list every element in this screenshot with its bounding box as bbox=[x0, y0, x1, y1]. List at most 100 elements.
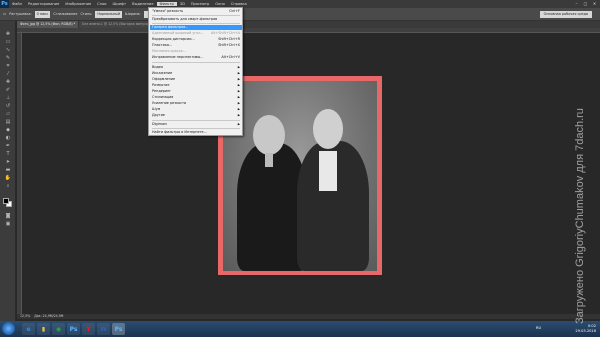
eyedropper-icon[interactable]: ⁄ bbox=[4, 71, 12, 77]
width-label: Ширина: bbox=[125, 12, 141, 16]
style-select[interactable]: Нормальный bbox=[95, 10, 123, 18]
antialias-checkbox[interactable]: Сглаживание bbox=[53, 12, 77, 16]
submenu-arrow-icon: ▶ bbox=[237, 65, 240, 69]
filter-submenu-other[interactable]: Другие ▶ bbox=[152, 113, 240, 118]
ruler-vertical bbox=[17, 33, 22, 314]
maximize-button[interactable]: □ bbox=[582, 1, 589, 7]
crop-icon[interactable]: ⌗ bbox=[4, 63, 12, 69]
filter-submenu-pixelate[interactable]: Оформление ▶ bbox=[152, 77, 240, 82]
quick-select-icon[interactable]: ✎ bbox=[4, 55, 12, 61]
dodge-icon[interactable]: ◐ bbox=[4, 135, 12, 141]
taskbar-explorer-icon[interactable]: ▮ bbox=[37, 323, 50, 335]
doc-size: Док: 24,9M/24,9M bbox=[34, 314, 64, 318]
man-right-face bbox=[313, 109, 343, 149]
filter-submenu-stylize[interactable]: Стилизация ▶ bbox=[152, 95, 240, 100]
system-clock[interactable]: 0:02 29.03.2016 bbox=[575, 324, 596, 334]
photoshop-logo: Ps bbox=[0, 0, 9, 8]
lasso-icon[interactable]: ∿ bbox=[4, 47, 12, 53]
tab-photo[interactable]: Фото_jpg @ 12,5% (Фон, RGB/8) * bbox=[17, 21, 80, 28]
window-controls: – □ ✕ bbox=[573, 1, 598, 7]
canvas-photo[interactable] bbox=[223, 81, 377, 271]
quick-mask-icon[interactable]: ◙ bbox=[4, 213, 12, 219]
language-indicator[interactable]: RU bbox=[536, 326, 541, 330]
clone-stamp-icon[interactable]: ⊥ bbox=[4, 95, 12, 101]
gradient-icon[interactable]: ▤ bbox=[4, 119, 12, 125]
menu-separator bbox=[152, 15, 240, 16]
menu-file[interactable]: Файл bbox=[9, 2, 25, 6]
taskbar-chrome-icon[interactable]: ◉ bbox=[52, 323, 65, 335]
filter-lens-correction[interactable]: Коррекция дисторсии... Shift+Ctrl+R bbox=[152, 37, 240, 42]
menu-separator bbox=[152, 120, 240, 121]
tab-untitled[interactable]: Без имени-1 @ 12,5% (Выгоркa минуса/8) bbox=[79, 21, 157, 28]
windows-taskbar: e ▮ ◉ Ps Y W Ps RU 0:02 29.03.2016 bbox=[0, 321, 600, 337]
submenu-arrow-icon: ▶ bbox=[237, 113, 240, 117]
clock-date: 29.03.2016 bbox=[575, 329, 596, 333]
submenu-arrow-icon: ▶ bbox=[237, 89, 240, 93]
filter-gallery[interactable]: Галерея фильтров... bbox=[150, 25, 242, 30]
move-tool-icon[interactable]: ✥ bbox=[4, 31, 12, 37]
screen-mode-icon[interactable]: ▣ bbox=[4, 221, 12, 227]
filter-submenu-video[interactable]: Видео ▶ bbox=[152, 65, 240, 70]
history-brush-icon[interactable]: ↺ bbox=[4, 103, 12, 109]
menu-select[interactable]: Выделение bbox=[129, 2, 156, 6]
taskbar-yandex-icon[interactable]: Y bbox=[82, 323, 95, 335]
menu-bar: Ps Файл Редактирование Изображение Слои … bbox=[0, 0, 600, 8]
submenu-arrow-icon: ▶ bbox=[237, 77, 240, 81]
menu-3d[interactable]: 3D bbox=[177, 2, 188, 6]
path-select-icon[interactable]: ➤ bbox=[4, 159, 12, 165]
menu-separator bbox=[152, 128, 240, 129]
type-icon[interactable]: T bbox=[4, 151, 12, 157]
taskbar-photoshop-icon[interactable]: Ps bbox=[67, 323, 80, 335]
marquee-icon[interactable]: ▭ bbox=[4, 39, 12, 45]
menu-edit[interactable]: Редактирование bbox=[25, 2, 62, 6]
minimize-button[interactable]: – bbox=[573, 1, 580, 7]
submenu-arrow-icon: ▶ bbox=[237, 101, 240, 105]
filter-digimarc[interactable]: Digimarc ▶ bbox=[152, 122, 240, 127]
menu-view[interactable]: Просмотр bbox=[188, 2, 212, 6]
eraser-icon[interactable]: ▱ bbox=[4, 111, 12, 117]
filter-convert-smart[interactable]: Преобразовать для смарт-фильтров bbox=[152, 17, 240, 22]
filter-last-item[interactable]: "Умная" резкость Ctrl+F bbox=[152, 9, 240, 14]
taskbar-photoshop-icon[interactable]: Ps bbox=[112, 323, 125, 335]
submenu-arrow-icon: ▶ bbox=[237, 122, 240, 126]
filter-menu-dropdown: "Умная" резкость Ctrl+F Преобразовать для… bbox=[148, 7, 243, 136]
brush-icon[interactable]: ✐ bbox=[4, 87, 12, 93]
taskbar-ie-icon[interactable]: e bbox=[22, 323, 35, 335]
tools-panel: ✥ ▭ ∿ ✎ ⌗ ⁄ ✚ ✐ ⊥ ↺ ▱ ▤ ◆ ◐ ✒ T ➤ ▬ ✋ ⌕ … bbox=[0, 21, 16, 321]
feather-input[interactable]: 0 пикс bbox=[34, 10, 51, 18]
man-right-shirt bbox=[319, 151, 337, 191]
filter-browse-online[interactable]: Найти фильтры в Интернете... bbox=[152, 130, 240, 135]
menu-filter[interactable]: Фильтр bbox=[156, 2, 177, 6]
menu-separator bbox=[152, 23, 240, 24]
filter-submenu-blur[interactable]: Размытие ▶ bbox=[152, 83, 240, 88]
man-left-collar bbox=[265, 153, 273, 167]
foreground-color-swatch[interactable] bbox=[3, 198, 9, 204]
close-button[interactable]: ✕ bbox=[591, 1, 598, 7]
feather-label: Растушевка: bbox=[9, 12, 32, 16]
filter-liquify[interactable]: Пластика... Shift+Ctrl+X bbox=[152, 43, 240, 48]
marquee-tool-icon[interactable]: ▭ bbox=[3, 12, 6, 16]
shape-icon[interactable]: ▬ bbox=[4, 167, 12, 173]
zoom-icon[interactable]: ⌕ bbox=[4, 183, 12, 189]
filter-submenu-distort[interactable]: Искажение ▶ bbox=[152, 71, 240, 76]
filter-submenu-noise[interactable]: Шум ▶ bbox=[152, 107, 240, 112]
healing-brush-icon[interactable]: ✚ bbox=[4, 79, 12, 85]
start-button[interactable] bbox=[2, 322, 15, 335]
pen-icon[interactable]: ✒ bbox=[4, 143, 12, 149]
filter-submenu-render[interactable]: Рендеринг ▶ bbox=[152, 89, 240, 94]
menu-image[interactable]: Изображение bbox=[62, 2, 94, 6]
hand-icon[interactable]: ✋ bbox=[4, 175, 12, 181]
menu-type[interactable]: Шрифт bbox=[110, 2, 130, 6]
filter-submenu-sharpen[interactable]: Усиление резкости ▶ bbox=[152, 101, 240, 106]
filter-oil-paint[interactable]: Масляная краска... bbox=[152, 49, 240, 54]
taskbar-word-icon[interactable]: W bbox=[97, 323, 110, 335]
menu-layer[interactable]: Слои bbox=[94, 2, 109, 6]
menu-window[interactable]: Окно bbox=[212, 2, 228, 6]
filter-adaptive-wide-angle[interactable]: Адаптивный широкий угол... Alt+Shift+Ctrl… bbox=[152, 31, 240, 36]
submenu-arrow-icon: ▶ bbox=[237, 71, 240, 75]
filter-vanishing-point[interactable]: Исправление перспективы... Alt+Ctrl+V bbox=[152, 55, 240, 60]
blur-icon[interactable]: ◆ bbox=[4, 127, 12, 133]
submenu-arrow-icon: ▶ bbox=[237, 83, 240, 87]
zoom-level[interactable]: 12,5% bbox=[20, 314, 30, 318]
menu-help[interactable]: Справка bbox=[228, 2, 250, 6]
